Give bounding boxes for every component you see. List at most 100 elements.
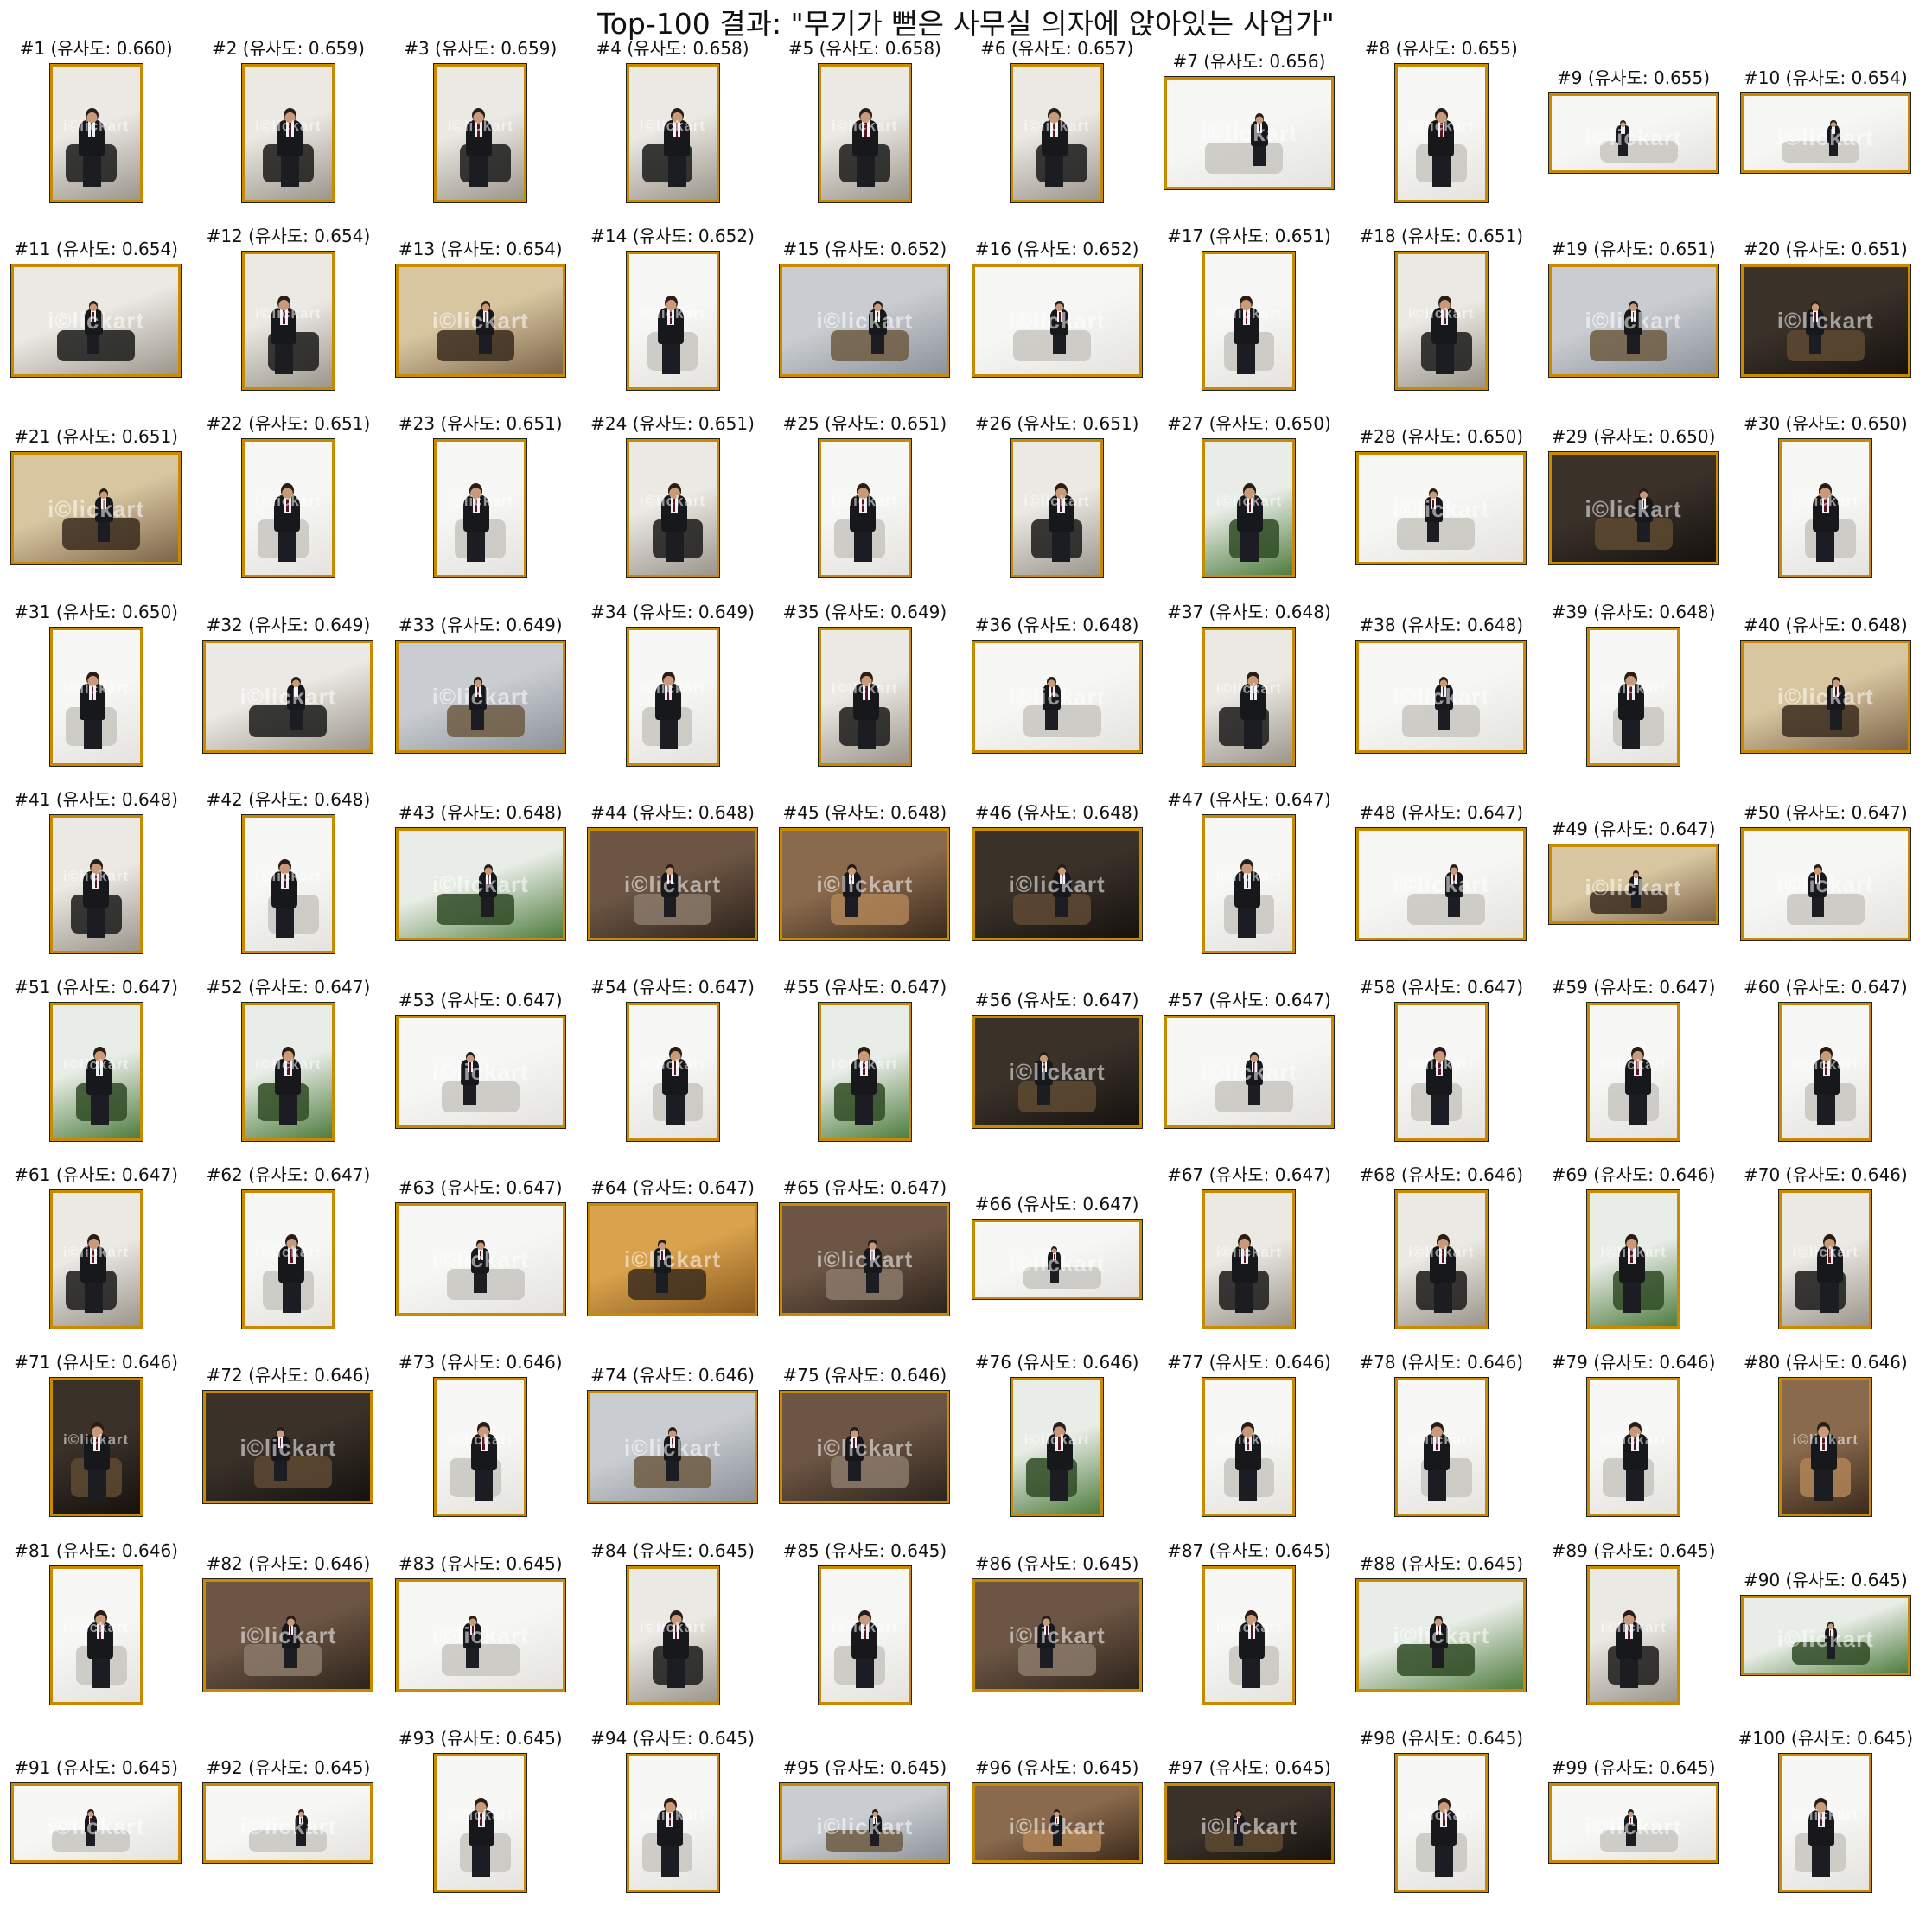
result-thumbnail[interactable]: i©lickart	[1163, 76, 1335, 190]
result-card[interactable]: #20 (유사도: 0.651) i©lickart	[1730, 239, 1922, 379]
result-card[interactable]: #54 (유사도: 0.647) i©lickart	[577, 977, 768, 1142]
result-card[interactable]: #55 (유사도: 0.647) i©lickart	[768, 977, 960, 1142]
result-thumbnail[interactable]: i©lickart	[587, 1390, 759, 1505]
result-thumbnail[interactable]: i©lickart	[779, 1781, 951, 1864]
result-card[interactable]: #18 (유사도: 0.651) i©lickart	[1345, 226, 1537, 392]
result-card[interactable]: #46 (유사도: 0.648) i©lickart	[961, 802, 1153, 941]
result-thumbnail[interactable]: i©lickart	[1547, 843, 1719, 925]
result-card[interactable]: #64 (유사도: 0.647) i©lickart	[577, 1177, 768, 1317]
result-thumbnail[interactable]: i©lickart	[817, 626, 912, 767]
result-card[interactable]: #23 (유사도: 0.651) i©lickart	[385, 413, 577, 579]
result-card[interactable]: #9 (유사도: 0.655) i©lickart	[1538, 67, 1730, 174]
result-card[interactable]: #98 (유사도: 0.645) i©lickart	[1345, 1728, 1537, 1893]
result-thumbnail[interactable]: i©lickart	[202, 1577, 374, 1692]
result-thumbnail[interactable]: i©lickart	[394, 1015, 566, 1129]
result-card[interactable]: #69 (유사도: 0.646) i©lickart	[1538, 1164, 1730, 1330]
result-thumbnail[interactable]: i©lickart	[48, 626, 143, 767]
result-thumbnail[interactable]: i©lickart	[971, 264, 1143, 379]
result-card[interactable]: #4 (유사도: 0.658) i©lickart	[577, 38, 768, 203]
result-thumbnail[interactable]: i©lickart	[202, 1781, 374, 1864]
result-thumbnail[interactable]: i©lickart	[48, 1189, 143, 1330]
result-thumbnail[interactable]: i©lickart	[779, 1202, 951, 1317]
result-card[interactable]: #39 (유사도: 0.648) i©lickart	[1538, 602, 1730, 767]
result-thumbnail[interactable]: i©lickart	[240, 438, 335, 579]
result-thumbnail[interactable]: i©lickart	[10, 1781, 182, 1864]
result-thumbnail[interactable]: i©lickart	[587, 1202, 759, 1317]
result-thumbnail[interactable]: i©lickart	[1393, 1002, 1489, 1142]
result-thumbnail[interactable]: i©lickart	[1393, 1377, 1489, 1518]
result-card[interactable]: #5 (유사도: 0.658) i©lickart	[768, 38, 960, 203]
result-card[interactable]: #91 (유사도: 0.645) i©lickart	[0, 1757, 192, 1864]
result-card[interactable]: #86 (유사도: 0.645) i©lickart	[961, 1553, 1153, 1692]
result-card[interactable]: #57 (유사도: 0.647) i©lickart	[1153, 990, 1345, 1129]
result-thumbnail[interactable]: i©lickart	[625, 1002, 720, 1142]
result-thumbnail[interactable]: i©lickart	[240, 63, 335, 203]
result-thumbnail[interactable]: i©lickart	[433, 1752, 528, 1893]
result-thumbnail[interactable]: i©lickart	[1355, 826, 1527, 941]
result-thumbnail[interactable]: i©lickart	[48, 1377, 143, 1518]
result-card[interactable]: #94 (유사도: 0.645) i©lickart	[577, 1728, 768, 1893]
result-thumbnail[interactable]: i©lickart	[817, 1565, 912, 1705]
result-card[interactable]: #22 (유사도: 0.651) i©lickart	[192, 413, 384, 579]
result-card[interactable]: #67 (유사도: 0.647) i©lickart	[1153, 1164, 1345, 1330]
result-thumbnail[interactable]: i©lickart	[625, 626, 720, 767]
result-card[interactable]: #21 (유사도: 0.651) i©lickart	[0, 426, 192, 566]
result-card[interactable]: #13 (유사도: 0.654) i©lickart	[385, 239, 577, 379]
result-thumbnail[interactable]: i©lickart	[394, 1577, 566, 1692]
result-thumbnail[interactable]: i©lickart	[10, 451, 182, 566]
result-thumbnail[interactable]: i©lickart	[817, 1002, 912, 1142]
result-thumbnail[interactable]: i©lickart	[1393, 1752, 1489, 1893]
result-card[interactable]: #14 (유사도: 0.652) i©lickart	[577, 226, 768, 392]
result-thumbnail[interactable]: i©lickart	[587, 826, 759, 941]
result-card[interactable]: #79 (유사도: 0.646) i©lickart	[1538, 1352, 1730, 1518]
result-card[interactable]: #37 (유사도: 0.648) i©lickart	[1153, 602, 1345, 767]
result-card[interactable]: #59 (유사도: 0.647) i©lickart	[1538, 977, 1730, 1142]
result-thumbnail[interactable]: i©lickart	[1739, 92, 1911, 174]
result-thumbnail[interactable]: i©lickart	[1778, 1189, 1873, 1330]
result-thumbnail[interactable]: i©lickart	[433, 1377, 528, 1518]
result-thumbnail[interactable]: i©lickart	[971, 1577, 1143, 1692]
result-card[interactable]: #97 (유사도: 0.645) i©lickart	[1153, 1757, 1345, 1864]
result-card[interactable]: #71 (유사도: 0.646) i©lickart	[0, 1352, 192, 1518]
result-card[interactable]: #72 (유사도: 0.646) i©lickart	[192, 1365, 384, 1505]
result-card[interactable]: #100 (유사도: 0.645) i©lickart	[1730, 1728, 1922, 1893]
result-thumbnail[interactable]: i©lickart	[971, 826, 1143, 941]
result-card[interactable]: #96 (유사도: 0.645) i©lickart	[961, 1757, 1153, 1864]
result-card[interactable]: #70 (유사도: 0.646) i©lickart	[1730, 1164, 1922, 1330]
result-thumbnail[interactable]: i©lickart	[1739, 1594, 1911, 1676]
result-thumbnail[interactable]: i©lickart	[1778, 1002, 1873, 1142]
result-thumbnail[interactable]: i©lickart	[1778, 1377, 1873, 1518]
result-thumbnail[interactable]: i©lickart	[625, 1752, 720, 1893]
result-thumbnail[interactable]: i©lickart	[817, 438, 912, 579]
result-card[interactable]: #3 (유사도: 0.659) i©lickart	[385, 38, 577, 203]
result-thumbnail[interactable]: i©lickart	[1586, 1565, 1681, 1705]
result-thumbnail[interactable]: i©lickart	[1355, 451, 1527, 566]
result-card[interactable]: #85 (유사도: 0.645) i©lickart	[768, 1540, 960, 1705]
result-card[interactable]: #50 (유사도: 0.647) i©lickart	[1730, 802, 1922, 941]
result-card[interactable]: #77 (유사도: 0.646) i©lickart	[1153, 1352, 1345, 1518]
result-card[interactable]: #90 (유사도: 0.645) i©lickart	[1730, 1570, 1922, 1676]
result-thumbnail[interactable]: i©lickart	[48, 1565, 143, 1705]
result-card[interactable]: #60 (유사도: 0.647) i©lickart	[1730, 977, 1922, 1142]
result-thumbnail[interactable]: i©lickart	[202, 1390, 374, 1505]
result-card[interactable]: #1 (유사도: 0.660) i©lickart	[0, 38, 192, 203]
result-thumbnail[interactable]: i©lickart	[1547, 1781, 1719, 1864]
result-card[interactable]: #99 (유사도: 0.645) i©lickart	[1538, 1757, 1730, 1864]
result-thumbnail[interactable]: i©lickart	[48, 813, 143, 954]
result-thumbnail[interactable]: i©lickart	[394, 264, 566, 379]
result-thumbnail[interactable]: i©lickart	[971, 1015, 1143, 1129]
result-card[interactable]: #47 (유사도: 0.647) i©lickart	[1153, 789, 1345, 954]
result-thumbnail[interactable]: i©lickart	[1393, 63, 1489, 203]
result-card[interactable]: #38 (유사도: 0.648) i©lickart	[1345, 615, 1537, 754]
result-thumbnail[interactable]: i©lickart	[433, 438, 528, 579]
result-thumbnail[interactable]: i©lickart	[10, 264, 182, 379]
result-card[interactable]: #2 (유사도: 0.659) i©lickart	[192, 38, 384, 203]
result-thumbnail[interactable]: i©lickart	[394, 826, 566, 941]
result-card[interactable]: #7 (유사도: 0.656) i©lickart	[1153, 51, 1345, 190]
result-card[interactable]: #76 (유사도: 0.646) i©lickart	[961, 1352, 1153, 1518]
result-card[interactable]: #74 (유사도: 0.646) i©lickart	[577, 1365, 768, 1505]
result-card[interactable]: #58 (유사도: 0.647) i©lickart	[1345, 977, 1537, 1142]
result-card[interactable]: #41 (유사도: 0.648) i©lickart	[0, 789, 192, 954]
result-card[interactable]: #75 (유사도: 0.646) i©lickart	[768, 1365, 960, 1505]
result-card[interactable]: #80 (유사도: 0.646) i©lickart	[1730, 1352, 1922, 1518]
